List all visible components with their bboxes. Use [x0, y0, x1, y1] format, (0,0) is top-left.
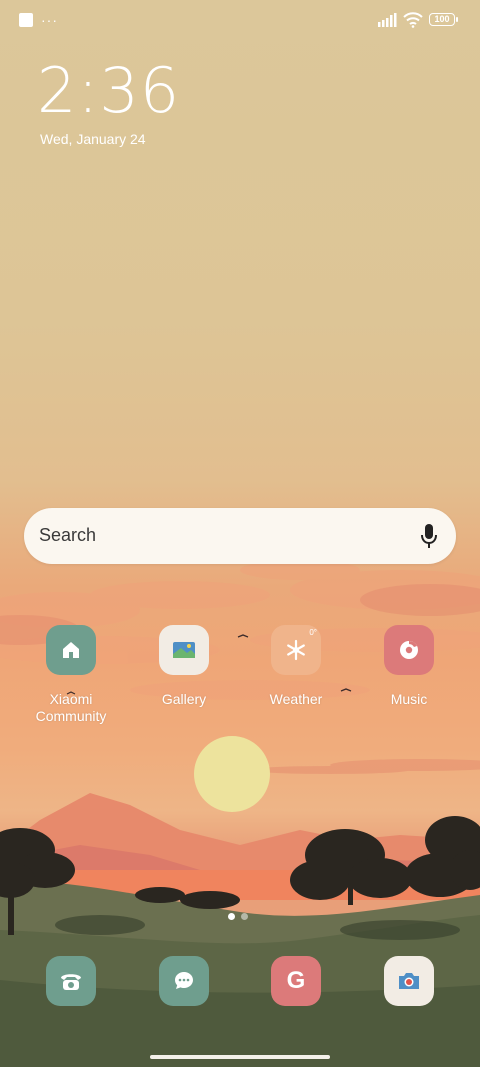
page-dot-active[interactable] — [228, 913, 235, 920]
clock-date[interactable]: Wed, January 24 — [40, 131, 146, 147]
google-glyph: G — [286, 967, 306, 994]
camera-icon[interactable] — [384, 956, 434, 1006]
microphone-icon[interactable] — [420, 523, 438, 549]
notification-app-icon — [19, 13, 33, 27]
dock-camera[interactable] — [359, 956, 459, 1006]
page-dot[interactable] — [241, 913, 248, 920]
battery-icon: 100 — [429, 13, 455, 26]
app-label: Music — [390, 691, 428, 707]
cellular-signal-icon — [378, 13, 397, 27]
battery-tip — [456, 17, 458, 22]
home-gesture-bar[interactable] — [150, 1055, 330, 1059]
snowflake-icon[interactable]: 0° — [271, 625, 321, 675]
music-disc-icon[interactable] — [384, 625, 434, 675]
google-icon[interactable]: G — [271, 956, 321, 1006]
more-notifications-icon: ··· — [41, 12, 58, 28]
chat-bubble-icon[interactable] — [159, 956, 209, 1006]
app-label: Weather — [269, 691, 323, 707]
app-xiaomi-community[interactable]: Xiaomi Community — [21, 625, 121, 725]
status-bar: ··· 100 — [0, 0, 480, 44]
search-placeholder[interactable]: Search — [39, 525, 96, 546]
dock-messages[interactable] — [134, 956, 234, 1006]
app-music[interactable]: Music — [359, 625, 459, 708]
app-gallery[interactable]: Gallery — [134, 625, 234, 708]
dock-google[interactable]: G — [246, 956, 346, 1006]
image-icon[interactable] — [159, 625, 209, 675]
app-label: Xiaomi Community — [35, 691, 107, 724]
app-weather[interactable]: 0° Weather — [246, 625, 346, 708]
wifi-icon — [403, 12, 423, 28]
clock-time[interactable]: 2:36 — [37, 56, 180, 126]
house-icon[interactable] — [46, 625, 96, 675]
dock-phone[interactable] — [21, 956, 121, 1006]
phone-icon[interactable] — [46, 956, 96, 1006]
page-indicator[interactable] — [228, 907, 254, 925]
app-label: Gallery — [161, 691, 207, 707]
search-bar[interactable]: Search — [24, 508, 456, 564]
weather-temp-badge: 0° — [309, 628, 317, 637]
home-screen: ··· 100 2:36 Wed, January 24 Search Xiao… — [0, 0, 480, 1067]
